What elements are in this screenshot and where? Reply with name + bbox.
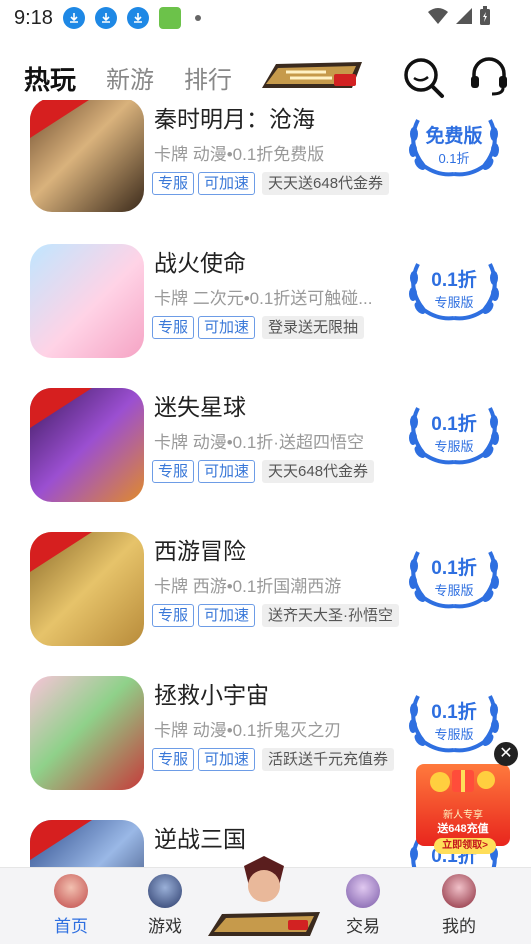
status-time: 9:18 [14,6,53,29]
tag-exclusive: 专服 [152,172,195,195]
discount-sub: 专服版 [434,295,474,310]
nav-home[interactable]: 首页 [36,874,106,937]
game-name: 战火使命 [154,250,246,276]
battery-icon [480,6,490,25]
close-icon[interactable]: ✕ [494,742,518,766]
game-desc: 卡牌 动漫•0.1折·送超四悟空 [154,433,364,452]
nav-trade[interactable]: 交易 [328,874,398,937]
tab-hot[interactable]: 热玩 [24,60,76,97]
status-bar: 9:18 [0,0,531,36]
game-row[interactable]: 迷失星球 卡牌 动漫•0.1折·送超四悟空 专服 可加速 天天648代金券 0.… [0,388,531,518]
game-name: 西游冒险 [154,538,246,564]
discount-main: 0.1折 [431,414,477,435]
discount-badge[interactable]: 0.1折 专服版 [404,396,504,468]
game-tags: 专服 可加速 送齐天大圣·孙悟空 [152,604,400,627]
top-nav: 热玩 新游 排行 [0,44,531,108]
game-row[interactable]: 西游冒险 卡牌 西游•0.1折国潮西游 专服 可加速 送齐天大圣·孙悟空 0.1… [0,532,531,662]
game-tags: 专服 可加速 天天送648代金券 [152,172,390,195]
game-name: 拯救小宇宙 [154,682,269,708]
promo-tag: 天天648代金券 [262,460,375,483]
home-avatar-icon [54,874,88,908]
game-icon [30,388,144,502]
trade-avatar-icon [346,874,380,908]
status-indicators [427,6,491,26]
discount-main: 0.1折 [431,558,477,579]
discount-corner-icon [30,820,92,860]
nav-profile[interactable]: 我的 [424,874,494,937]
nav-games[interactable]: 游戏 [130,874,200,937]
game-icon [30,100,144,212]
promo-tag: 登录送无限抽 [262,316,365,339]
promo-gift-box[interactable]: 新人专享 送648充值 立即领取> [416,764,510,854]
discount-sub: 专服版 [434,727,474,742]
game-icon [30,532,144,646]
discount-corner-icon [30,532,92,572]
tag-accelerate: 可加速 [198,460,256,483]
discount-badge[interactable]: 免费版 0.1折 [404,108,504,180]
game-desc: 卡牌 西游•0.1折国潮西游 [154,577,342,596]
game-icon [30,820,144,867]
discount-main: 0.1折 [431,270,477,291]
promo-tag: 送齐天大圣·孙悟空 [262,604,400,627]
promo-claim-button[interactable]: 立即领取> [434,838,496,854]
featured-game-logo[interactable] [256,58,368,94]
nav-label: 我的 [442,917,476,936]
game-tags: 专服 可加速 活跃送千元充值券 [152,748,395,771]
profile-avatar-icon [442,874,476,908]
discount-main: 0.1折 [431,702,477,723]
app-notification-icon [158,7,181,29]
game-row[interactable]: 战火使命 卡牌 二次元•0.1折送可触碰... 专服 可加速 登录送无限抽 0.… [0,244,531,374]
wifi-icon [428,8,448,24]
game-name: 迷失星球 [154,394,246,420]
tab-new[interactable]: 新游 [106,60,154,95]
tag-accelerate: 可加速 [198,748,256,771]
promo-tag: 天天送648代金券 [262,172,390,195]
promo-offer: 送648充值 [437,823,489,835]
game-desc: 卡牌 二次元•0.1折送可触碰... [154,289,373,308]
tag-accelerate: 可加速 [198,172,256,195]
gift-coins-icon [430,770,495,792]
download-icon [62,7,85,29]
games-avatar-icon [148,874,182,908]
game-tags: 专服 可加速 登录送无限抽 [152,316,365,339]
discount-corner-icon [30,100,89,138]
discount-sub: 0.1折 [438,151,470,166]
featured-game-center-icon[interactable] [204,856,324,944]
discount-badge[interactable]: 0.1折 专服版 [404,540,504,612]
tag-exclusive: 专服 [152,316,195,339]
promo-tag: 活跃送千元充值券 [262,748,395,771]
download-icon [126,7,149,29]
download-icon [94,7,117,29]
promo-title: 新人专享 [443,810,483,821]
game-icon [30,244,144,358]
discount-main: 免费版 [425,126,483,147]
more-notifications-dot [194,15,201,21]
game-desc: 卡牌 动漫•0.1折免费版 [154,145,325,164]
game-tags: 专服 可加速 天天648代金券 [152,460,375,483]
tag-accelerate: 可加速 [198,604,256,627]
game-name: 秦时明月：沧海 [154,106,315,132]
signal-icon [456,8,472,24]
nav-label: 交易 [346,917,380,936]
discount-sub: 专服版 [434,583,474,598]
discount-corner-icon [30,388,92,428]
nav-label: 游戏 [148,917,182,936]
game-row[interactable]: 秦时明月：沧海 卡牌 动漫•0.1折免费版 专服 可加速 天天送648代金券 免… [0,100,531,230]
customer-service-icon[interactable] [466,54,512,100]
game-name: 逆战三国 [154,826,246,852]
search-icon[interactable] [400,54,446,100]
tag-exclusive: 专服 [152,460,195,483]
bottom-nav: 首页 游戏 交易 我的 [0,856,531,944]
discount-badge[interactable]: 0.1折 专服版 [404,252,504,324]
nav-label: 首页 [54,917,88,936]
discount-sub: 专服版 [434,439,474,454]
newcomer-promo-widget[interactable]: 新人专享 送648充值 立即领取> ✕ [410,742,518,854]
tag-exclusive: 专服 [152,748,195,771]
tag-exclusive: 专服 [152,604,195,627]
tag-accelerate: 可加速 [198,316,256,339]
tab-ranking[interactable]: 排行 [184,60,232,95]
game-desc: 卡牌 动漫•0.1折鬼灭之刃 [154,721,342,740]
game-icon [30,676,144,790]
